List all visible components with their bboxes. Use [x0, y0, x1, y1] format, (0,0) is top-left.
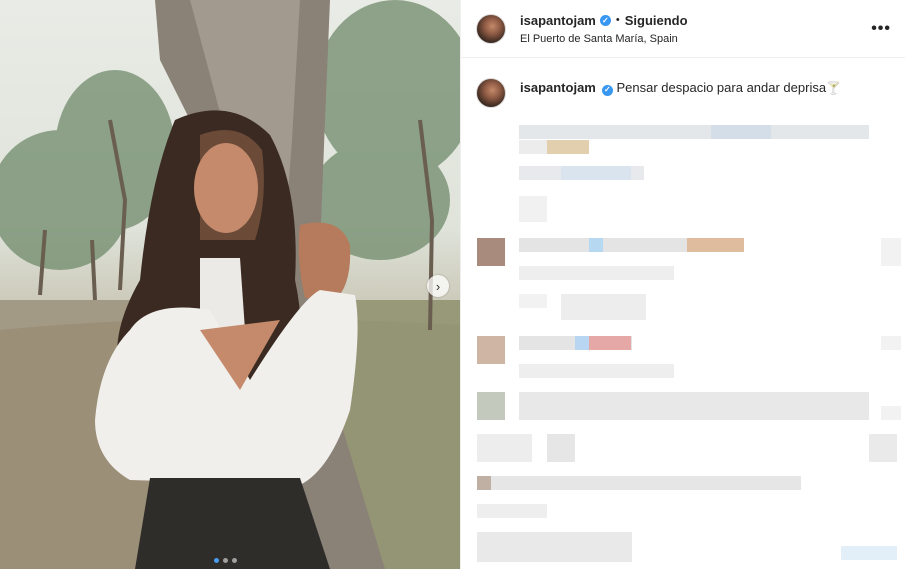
carousel-dot[interactable] — [223, 558, 228, 563]
caption-body: Pensar despacio para andar deprisa — [616, 80, 827, 95]
cocktail-emoji-icon: 🍸 — [826, 81, 842, 95]
avatar[interactable] — [476, 13, 506, 44]
post-sidebar: isapantojam ✓ • Siguiendo El Puerto de S… — [460, 0, 905, 569]
carousel-dot[interactable] — [232, 558, 237, 563]
instagram-post: › isapantojam ✓ • Siguiendo El Puerto de… — [0, 0, 905, 569]
carousel-dot[interactable] — [214, 558, 219, 563]
location-link[interactable]: El Puerto de Santa María, Spain — [520, 33, 871, 45]
post-header: isapantojam ✓ • Siguiendo El Puerto de S… — [461, 0, 905, 58]
caption-text: isapantojam ✓ Pensar despacio para andar … — [520, 79, 841, 97]
verified-badge-icon: ✓ — [601, 84, 613, 96]
following-button[interactable]: Siguiendo — [625, 13, 688, 28]
avatar[interactable] — [476, 78, 506, 108]
header-row: isapantojam ✓ • Siguiendo — [520, 13, 871, 28]
header-text: isapantojam ✓ • Siguiendo El Puerto de S… — [520, 13, 871, 45]
carousel-dots — [214, 558, 237, 563]
post-photo[interactable]: › — [0, 0, 460, 569]
chevron-right-icon: › — [435, 278, 441, 294]
username-link[interactable]: isapantojam — [520, 13, 596, 28]
separator: • — [615, 14, 620, 26]
verified-badge-icon: ✓ — [599, 14, 611, 26]
more-options-icon[interactable]: ••• — [871, 20, 891, 38]
carousel-next-button[interactable]: › — [427, 275, 449, 297]
photo-illustration — [0, 0, 460, 569]
pixelated-comments — [461, 110, 905, 569]
caption-username-link[interactable]: isapantojam — [520, 80, 596, 95]
caption: isapantojam ✓ Pensar despacio para andar … — [461, 58, 905, 108]
